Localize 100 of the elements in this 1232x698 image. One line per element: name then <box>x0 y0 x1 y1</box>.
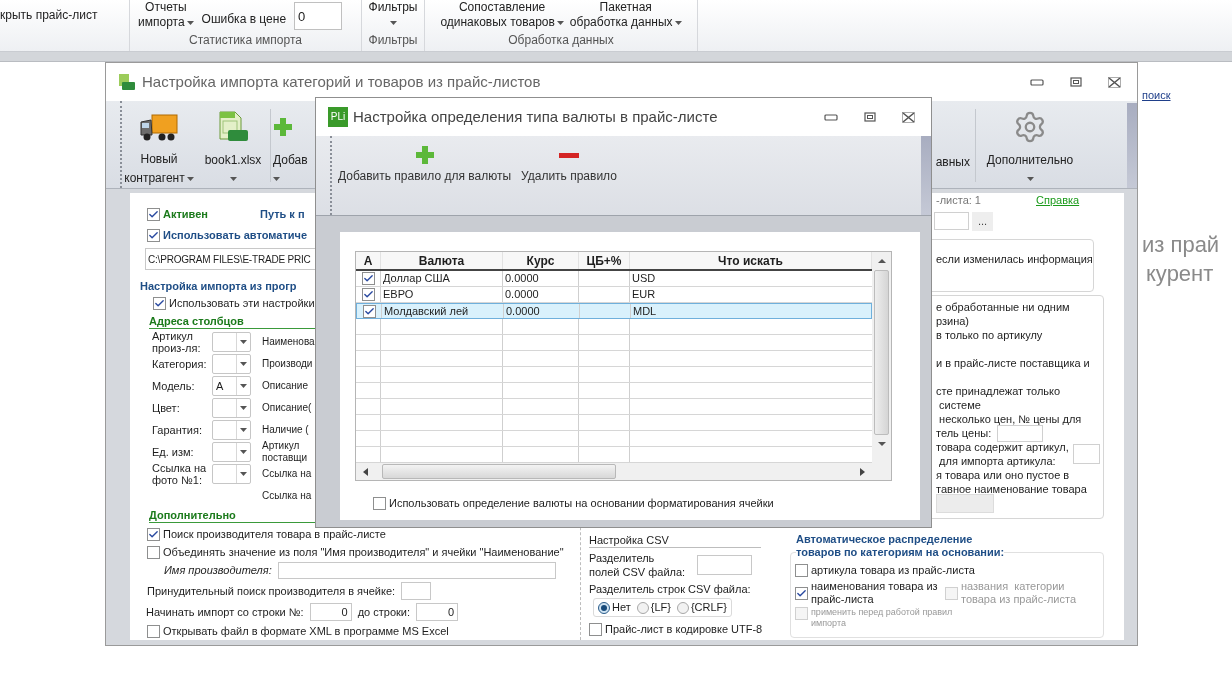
option-text: в только по артикулу <box>936 328 1043 342</box>
ribbon-button[interactable]: Сопоставление одинаковых товаров <box>440 0 564 30</box>
column-header[interactable]: ЦБ+% <box>579 252 630 269</box>
close-icon[interactable] <box>1108 76 1121 88</box>
scroll-down-icon[interactable] <box>876 441 887 447</box>
scrollbar-thumb[interactable] <box>382 464 616 479</box>
end-row-field[interactable]: 0 <box>416 603 459 621</box>
checkbox-label: Использовать автоматиче <box>163 227 308 243</box>
start-row-field[interactable]: 0 <box>309 603 352 621</box>
field-label: Начинать импорт со строки №: <box>146 604 304 620</box>
checkbox[interactable] <box>361 288 375 301</box>
radio-button[interactable] <box>676 601 689 614</box>
help-link[interactable]: Справка <box>1036 191 1080 209</box>
table-row[interactable]: Доллар США 0.0000 USD <box>356 271 872 287</box>
option-text: рзина) <box>936 314 970 328</box>
radio-button[interactable] <box>636 601 649 614</box>
checkbox[interactable] <box>147 624 160 638</box>
field-label: Разделитель полей CSV файла: <box>589 551 687 579</box>
scroll-up-icon[interactable] <box>876 258 887 264</box>
ribbon-button[interactable]: Пакетная обработка данных <box>569 0 682 30</box>
column-header[interactable]: Валюта <box>381 252 503 269</box>
option-text: я товара или оно пустое в <box>936 468 1070 482</box>
dropdown[interactable]: A <box>212 376 251 396</box>
reports-button[interactable]: Отчеты импорта <box>138 0 194 30</box>
checkbox[interactable] <box>795 563 808 577</box>
dropdown[interactable] <box>212 442 251 462</box>
minus-icon <box>559 152 579 158</box>
toolbar-button[interactable]: Добав <box>273 103 313 188</box>
dropdown[interactable] <box>212 354 251 374</box>
field-label: Цвет: <box>152 402 180 414</box>
toolbar-button[interactable]: авных <box>934 103 970 188</box>
toolbar-button[interactable]: Удалить правило <box>521 144 617 186</box>
caret-icon <box>240 340 247 344</box>
toolbar-button[interactable]: book1.xlsx <box>196 103 270 188</box>
maximize-icon[interactable] <box>864 112 876 122</box>
filters-button[interactable]: Фильтры <box>368 0 418 30</box>
checkbox-label: Использовать эти настройки <box>169 295 315 311</box>
checkbox[interactable] <box>147 545 160 559</box>
checkbox[interactable] <box>362 304 376 318</box>
ribbon-button[interactable]: крыть прайс-лист <box>0 8 98 23</box>
browse-button[interactable]: ... <box>972 211 993 231</box>
field-label: Описание( <box>262 402 312 414</box>
field-label: Модель: <box>152 380 195 392</box>
checkbox-label: наименования товара из прайс-листа <box>811 580 939 606</box>
close-icon[interactable] <box>902 111 915 123</box>
checkbox[interactable] <box>795 586 808 600</box>
window-title: Настройка импорта категорий и товаров из прайс-листов <box>142 71 541 92</box>
column-header[interactable]: Курс <box>503 252 579 269</box>
column-header[interactable]: Что искать <box>630 252 872 269</box>
option-text: несколько цен, № цены для <box>938 412 1082 426</box>
background-text: курент <box>1146 260 1214 288</box>
option-field[interactable] <box>1072 444 1100 464</box>
field-label: Артикул поставщи <box>262 440 308 464</box>
table-cell: Доллар США <box>381 271 503 286</box>
section-title: Настройка CSV <box>589 533 669 547</box>
option-field[interactable] <box>936 494 994 513</box>
dropdown[interactable] <box>212 464 251 484</box>
checkbox-label: Использовать определение валюты на основании форматирования ячейки <box>389 495 774 511</box>
checkbox[interactable] <box>361 272 375 285</box>
field-label: Принудительный поиск производителя в ячейке: <box>147 583 396 599</box>
maximize-icon[interactable] <box>1070 77 1082 87</box>
toolbar-button[interactable]: Дополнительно <box>981 103 1079 188</box>
checkbox-label: Объединять значение из поля "Имя производителя" и ячейки "Наименование" <box>163 544 564 560</box>
field-separator-field[interactable] <box>697 555 752 575</box>
toolbar-button[interactable]: Добавить правило для валюты <box>338 144 512 186</box>
dropdown[interactable] <box>212 332 251 352</box>
scrollbar-thumb[interactable] <box>874 270 889 435</box>
price-error-field[interactable]: 0 <box>294 2 343 30</box>
scroll-left-icon[interactable] <box>362 466 370 477</box>
manufacturer-name-field[interactable] <box>277 561 556 579</box>
table-cell-text: EUR <box>631 287 657 302</box>
forced-search-field[interactable] <box>401 582 432 600</box>
vertical-scrollbar[interactable] <box>872 252 891 480</box>
table-row[interactable]: Молдавский лей 0.0000 MDL <box>356 303 872 319</box>
horizontal-scrollbar[interactable] <box>356 463 872 480</box>
dropdown[interactable] <box>212 398 251 418</box>
dropdown[interactable] <box>212 420 251 440</box>
caret-icon <box>389 20 397 25</box>
caret-icon <box>556 20 564 25</box>
minimize-icon[interactable] <box>824 113 838 121</box>
field-label: Категория: <box>152 358 207 370</box>
checkbox[interactable] <box>147 527 160 541</box>
checkbox[interactable] <box>147 228 160 242</box>
option-field[interactable] <box>997 424 1044 442</box>
column-header[interactable]: А <box>356 252 381 269</box>
scroll-right-icon[interactable] <box>858 466 866 477</box>
checkbox[interactable] <box>153 296 166 310</box>
field-label: Описание <box>262 380 308 392</box>
section-title: Настройка импорта из прогр <box>140 279 297 293</box>
checkbox[interactable] <box>147 207 160 221</box>
checkbox[interactable] <box>373 496 386 510</box>
minimize-icon[interactable] <box>1030 78 1044 86</box>
caret-icon <box>240 472 247 476</box>
search-link[interactable]: поиск <box>1142 87 1171 104</box>
toolbar-button[interactable]: Новый контрагент <box>122 103 196 188</box>
table-cell: Молдавский лей <box>382 304 504 318</box>
plus-icon <box>414 145 435 165</box>
path-field[interactable] <box>934 212 969 230</box>
radio-button[interactable] <box>598 601 610 614</box>
checkbox[interactable] <box>589 622 602 636</box>
